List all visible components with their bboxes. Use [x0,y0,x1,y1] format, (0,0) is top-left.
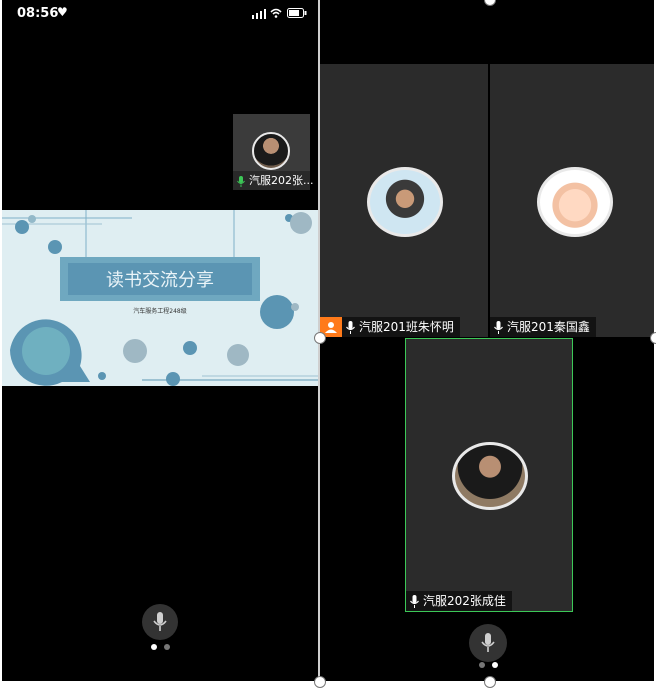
slide-title-box: 读书交流分享 [60,257,260,301]
self-name-tag: 汽服202张... [233,171,320,191]
participant-name-2: 汽服201秦国鑫 [507,320,590,334]
speaker-name: 汽服202张成佳 [423,594,506,608]
crop-handle-mid-right[interactable] [650,332,656,344]
page-dot-2 [492,662,498,668]
participant-tile-2[interactable]: 汽服201秦国鑫 [490,64,654,337]
page-dot-1 [151,644,157,650]
mic-icon [410,595,419,608]
crop-handle-bottom[interactable] [484,676,496,688]
page-dot-2 [164,644,170,650]
mic-button[interactable] [469,624,507,662]
self-avatar [252,132,290,170]
page-dot-1 [479,662,485,668]
shared-slide: 读书交流分享 汽车服务工程248级 [2,210,318,386]
mic-active-icon [237,175,245,187]
participant-tile-1[interactable]: 汽服201班朱怀明 [320,64,488,337]
mic-icon [346,321,355,334]
speaker-name-tag: 汽服202张成佳 [406,591,512,611]
active-speaker-tile[interactable]: 汽服202张成佳 [405,338,573,612]
self-name: 汽服202张... [249,174,314,187]
crop-handle-mid-left[interactable] [314,332,326,344]
mic-button[interactable] [142,604,178,640]
status-time: 08:56 [17,6,59,21]
participant-avatar-2 [537,167,613,237]
microphone-icon [153,612,167,631]
left-screen: 08:56 ♥ 汽服202张... 读书交流分享 汽车服务工程248级 [2,0,320,681]
signal-bars-icon [252,9,266,19]
slide-subtitle: 汽车服务工程248级 [133,308,187,315]
microphone-icon [481,633,495,652]
participant-name-tag-2: 汽服201秦国鑫 [490,317,596,337]
participant-name-1: 汽服201班朱怀明 [359,320,454,334]
wifi-icon [270,8,282,18]
battery-icon [287,8,307,18]
host-person-icon [325,322,337,333]
slide-title: 读书交流分享 [106,270,214,291]
participant-name-tag-1: 汽服201班朱怀明 [342,317,460,337]
heart-icon: ♥ [57,5,68,19]
speaker-avatar [452,442,528,510]
participant-avatar-1 [367,167,443,237]
self-video-thumbnail[interactable]: 汽服202张... [233,114,320,191]
crop-handle-bottom-left[interactable] [314,676,326,688]
mic-icon [494,321,503,334]
right-screen: 汽服201班朱怀明 汽服201秦国鑫 汽服202张成佳 [320,0,654,681]
